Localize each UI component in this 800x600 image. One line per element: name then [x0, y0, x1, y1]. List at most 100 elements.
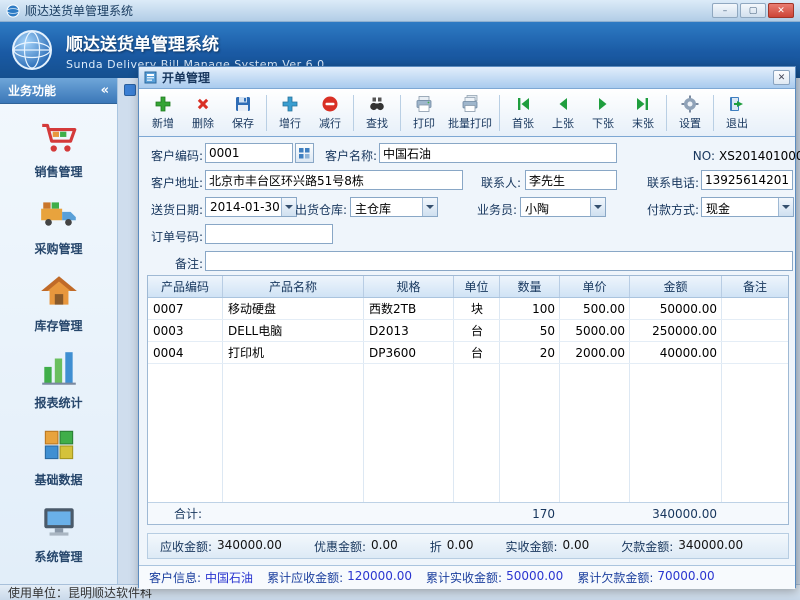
dialog-title: 开单管理 [162, 69, 210, 86]
toolbar-batch-print-button[interactable]: 批量打印 [444, 92, 496, 134]
toolbar-separator [499, 95, 500, 131]
customer-address-label: 客户地址: [145, 173, 203, 193]
contact-input[interactable] [525, 170, 617, 190]
dialog-close-button[interactable]: ✕ [773, 70, 790, 85]
customer-code-input[interactable] [205, 143, 293, 163]
last-record-icon [633, 94, 653, 114]
next-record-icon [593, 94, 613, 114]
sidebar-title: 业务功能 [8, 82, 56, 99]
cell-product-name: 打印机 [223, 342, 364, 363]
column-header: 产品名称 [223, 276, 364, 297]
close-button[interactable]: ✕ [768, 3, 794, 18]
summary-label: 实收金额: [505, 538, 557, 555]
toolbar-exit-button[interactable]: 退出 [717, 92, 757, 134]
summary-label: 应收金额: [160, 538, 212, 555]
total-amount: 340000.00 [630, 503, 722, 524]
cell-quantity: 20 [500, 342, 560, 363]
toolbar-print-button[interactable]: 打印 [404, 92, 444, 134]
contact-label: 联系人: [473, 173, 521, 193]
status-segment: 客户信息: 中国石油 [149, 569, 253, 586]
customer-browse-button[interactable] [295, 143, 314, 163]
column-header: 金额 [630, 276, 722, 297]
toolbar-separator [266, 95, 267, 131]
status-segment: 累计欠款金额: 70000.00 [577, 569, 714, 586]
order-no-label: 订单号码: [145, 227, 203, 247]
status-label: 累计实收金额: [426, 569, 502, 586]
status-label: 累计欠款金额: [577, 569, 653, 586]
salesman-select[interactable]: 小陶 [520, 197, 606, 217]
sidebar-collapse-button[interactable]: « [101, 83, 109, 98]
cell-product-code: 0004 [148, 342, 223, 363]
phone-input[interactable] [701, 170, 793, 190]
summary-item: 优惠金额: 0.00 [314, 538, 398, 555]
data-cubes-icon [38, 425, 80, 467]
dialog-statusbar: 客户信息: 中国石油 累计应收金额: 120000.00 累计实收金额: 500… [139, 565, 795, 589]
sidebar-item-label: 销售管理 [34, 163, 82, 180]
payment-label: 付款方式: [637, 200, 699, 220]
status-value: 50000.00 [506, 569, 563, 586]
sidebar-item-inventory[interactable]: 库存管理 [9, 264, 109, 341]
table-row[interactable]: 0003 DELL电脑 D2013 台 50 5000.00 250000.00 [148, 320, 788, 342]
column-header: 数量 [500, 276, 560, 297]
remark-input[interactable] [205, 251, 793, 271]
dialog-titlebar: 开单管理 ✕ [139, 67, 795, 89]
status-segment: 累计应收金额: 120000.00 [267, 569, 412, 586]
sidebar-item-label: 报表统计 [34, 394, 82, 411]
order-no-input[interactable] [205, 224, 333, 244]
sidebar-item-reports[interactable]: 报表统计 [9, 341, 109, 418]
sidebar-item-system[interactable]: 系统管理 [9, 495, 109, 572]
app-title: 顺达送货单管理系统 [66, 30, 325, 55]
window-controls: – ▢ ✕ [712, 3, 794, 18]
cell-product-code: 0007 [148, 298, 223, 319]
cell-product-name: DELL电脑 [223, 320, 364, 341]
cell-remark [722, 342, 788, 363]
maximize-button[interactable]: ▢ [740, 3, 766, 18]
summary-label: 优惠金额: [314, 538, 366, 555]
toolbar-remove-row-button[interactable]: 减行 [310, 92, 350, 134]
warehouse-select[interactable]: 主仓库 [350, 197, 438, 217]
window-title: 顺达送货单管理系统 [25, 2, 133, 19]
warehouse-house-icon [38, 271, 80, 313]
sidebar: 业务功能 « 销售管理 采购管理 库存管理 [0, 78, 118, 584]
batch-print-icon [460, 94, 480, 114]
print-icon [414, 94, 434, 114]
find-icon [367, 94, 387, 114]
items-table: 产品编码产品名称规格单位数量单价金额备注 0007 移动硬盘 西数2TB 块 1… [147, 275, 789, 525]
table-header: 产品编码产品名称规格单位数量单价金额备注 [148, 276, 788, 298]
toolbar-save-button[interactable]: 保存 [223, 92, 263, 134]
delivery-date-picker[interactable]: 2014-01-30 [205, 197, 297, 217]
toolbar-last-button[interactable]: 末张 [623, 92, 663, 134]
summary-label: 折 [430, 538, 442, 555]
customer-name-label: 客户名称: [319, 146, 377, 166]
column-header: 产品编码 [148, 276, 223, 297]
toolbar-add-row-button[interactable]: 增行 [270, 92, 310, 134]
billing-dialog: 开单管理 ✕ 新增 删除 保存 增行 减行 [138, 66, 796, 588]
cell-amount: 50000.00 [630, 298, 722, 319]
sidebar-item-basedata[interactable]: 基础数据 [9, 418, 109, 495]
cell-remark [722, 298, 788, 319]
toolbar-new-button[interactable]: 新增 [143, 92, 183, 134]
customer-name-input[interactable] [379, 143, 617, 163]
toolbar-settings-button[interactable]: 设置 [670, 92, 710, 134]
toolbar-prev-button[interactable]: 上张 [543, 92, 583, 134]
customer-address-input[interactable] [205, 170, 463, 190]
remove-row-icon [320, 94, 340, 114]
payment-select[interactable]: 现金 [701, 197, 794, 217]
dialog-toolbar: 新增 删除 保存 增行 减行 查找 [139, 89, 795, 137]
status-value: 70000.00 [657, 569, 714, 586]
toolbar-find-button[interactable]: 查找 [357, 92, 397, 134]
sidebar-item-sales[interactable]: 销售管理 [9, 110, 109, 187]
toolbar-next-button[interactable]: 下张 [583, 92, 623, 134]
sidebar-item-purchase[interactable]: 采购管理 [9, 187, 109, 264]
toolbar-delete-button[interactable]: 删除 [183, 92, 223, 134]
toolbar-first-button[interactable]: 首张 [503, 92, 543, 134]
window-titlebar: 顺达送货单管理系统 – ▢ ✕ [0, 0, 800, 22]
cell-unit: 块 [454, 298, 500, 319]
form-icon [144, 71, 157, 84]
minimize-button[interactable]: – [712, 3, 738, 18]
cell-product-name: 移动硬盘 [223, 298, 364, 319]
summary-value: 0.00 [563, 538, 590, 555]
cell-amount: 250000.00 [630, 320, 722, 341]
table-row[interactable]: 0007 移动硬盘 西数2TB 块 100 500.00 50000.00 [148, 298, 788, 320]
table-row[interactable]: 0004 打印机 DP3600 台 20 2000.00 40000.00 [148, 342, 788, 364]
